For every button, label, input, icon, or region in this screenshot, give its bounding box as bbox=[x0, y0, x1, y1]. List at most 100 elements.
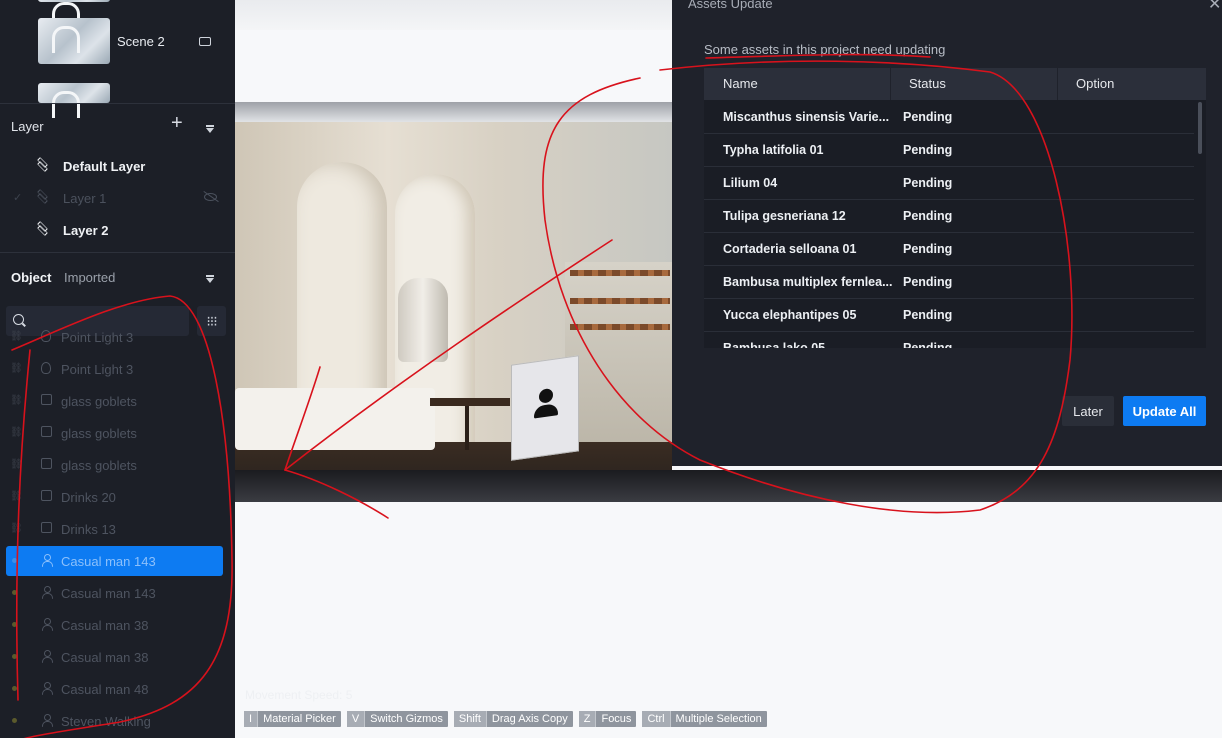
asset-name-cell: Tulipa gesneriana 12 bbox=[723, 209, 846, 223]
status-dot bbox=[12, 622, 17, 627]
object-list-item[interactable]: ⛓ Point Light 3 bbox=[6, 354, 223, 384]
movement-speed-label: Movement Speed: 5 bbox=[245, 688, 353, 702]
layer-label: Layer 2 bbox=[63, 223, 109, 238]
layer-item-2[interactable]: Layer 2 bbox=[0, 214, 235, 246]
tab-imported[interactable]: Imported bbox=[64, 270, 115, 285]
link-icon: ⛓ bbox=[10, 427, 23, 438]
asset-status-cell: Pending bbox=[903, 209, 953, 223]
object-panel-divider bbox=[0, 252, 235, 258]
object-list-item[interactable]: ⛓ glass goblets bbox=[6, 450, 223, 480]
column-header-name[interactable]: Name bbox=[723, 76, 758, 91]
shortcut-label: Multiple Selection bbox=[675, 713, 762, 725]
object-list-item[interactable]: Casual man 48 bbox=[6, 674, 223, 704]
object-item-label: Casual man 38 bbox=[61, 650, 149, 665]
object-list-item[interactable]: ⛓ Drinks 13 bbox=[6, 514, 223, 544]
object-list-item[interactable]: Casual man 38 bbox=[6, 642, 223, 672]
bench bbox=[235, 388, 435, 450]
asset-name-cell: Lilium 04 bbox=[723, 176, 778, 190]
left-sidebar: Scene 2 Layer + Default Layer ✓ Layer 1 … bbox=[0, 0, 235, 738]
table-row[interactable]: Tulipa gesneriana 12 Pending bbox=[704, 200, 1194, 233]
object-list-item[interactable]: ⛓ Point Light 3 bbox=[6, 322, 223, 352]
object-list-item[interactable]: ⛓ Drinks 20 bbox=[6, 482, 223, 512]
table-row[interactable]: Yucca elephantipes 05 Pending bbox=[704, 299, 1194, 332]
column-header-status[interactable]: Status bbox=[909, 76, 946, 91]
object-item-label: Casual man 143 bbox=[61, 554, 156, 569]
object-collapse-icon[interactable] bbox=[206, 275, 214, 283]
bulb-icon bbox=[41, 330, 53, 342]
app-window: Scene 2 Layer + Default Layer ✓ Layer 1 … bbox=[0, 0, 1222, 738]
scene-2-thumbnail[interactable] bbox=[38, 18, 110, 64]
eye-off-icon[interactable] bbox=[204, 193, 217, 201]
status-dot bbox=[12, 590, 17, 595]
scene-2-label[interactable]: Scene 2 bbox=[117, 34, 165, 49]
link-icon: ⛓ bbox=[10, 395, 23, 406]
table-row[interactable]: Bambusa multiplex fernlea... Pending bbox=[704, 266, 1194, 299]
asset-name-cell: Cortaderia selloana 01 bbox=[723, 242, 857, 256]
object-item-label: glass goblets bbox=[61, 394, 137, 409]
add-layer-icon[interactable]: + bbox=[171, 113, 183, 133]
asset-status-cell: Pending bbox=[903, 341, 953, 348]
scene-3-thumbnail[interactable] bbox=[38, 83, 110, 118]
scene-thumbnail[interactable] bbox=[38, 0, 110, 29]
table-row[interactable]: Cortaderia selloana 01 Pending bbox=[704, 233, 1194, 266]
asset-status-cell: Pending bbox=[903, 308, 953, 322]
shortcut-label: Switch Gizmos bbox=[370, 713, 443, 725]
table-row[interactable]: Bambusa lako 05 Pending bbox=[704, 332, 1194, 348]
object-item-label: Casual man 143 bbox=[61, 586, 156, 601]
shortcut-bar: I Material Picker V Switch Gizmos Shift Drag … bbox=[244, 711, 767, 727]
table-scrollbar[interactable] bbox=[1198, 102, 1202, 154]
scene-render[interactable] bbox=[235, 102, 672, 500]
tab-object[interactable]: Object bbox=[11, 270, 51, 285]
close-icon[interactable]: ✕ bbox=[1208, 0, 1221, 14]
shortcut-label: Focus bbox=[601, 713, 632, 725]
shortcut-key: Z bbox=[578, 711, 597, 727]
layers-icon bbox=[36, 159, 48, 171]
status-dot bbox=[12, 558, 17, 563]
object-item-label: glass goblets bbox=[61, 458, 137, 473]
column-header-option[interactable]: Option bbox=[1076, 76, 1114, 91]
layer-item-1[interactable]: ✓ Layer 1 bbox=[0, 182, 235, 214]
object-list-item[interactable]: Casual man 143 bbox=[6, 578, 223, 608]
later-button[interactable]: Later bbox=[1062, 396, 1114, 426]
cube-icon bbox=[41, 394, 53, 406]
object-list-item[interactable]: Steven Walking bbox=[6, 706, 223, 736]
link-icon: ⛓ bbox=[10, 363, 23, 374]
cube-icon bbox=[41, 458, 53, 470]
object-list-item[interactable]: ⛓ glass goblets bbox=[6, 418, 223, 448]
status-dot bbox=[12, 654, 17, 659]
table-row[interactable]: Lilium 04 Pending bbox=[704, 167, 1194, 200]
table-row[interactable]: Typha latifolia 01 Pending bbox=[704, 134, 1194, 167]
object-list-item[interactable]: Casual man 143 bbox=[6, 546, 223, 576]
object-item-label: Drinks 20 bbox=[61, 490, 116, 505]
asset-name-cell: Miscanthus sinensis Varie... bbox=[723, 110, 890, 124]
cube-icon bbox=[41, 490, 53, 502]
asset-name-cell: Yucca elephantipes 05 bbox=[723, 308, 857, 322]
camera-icon[interactable] bbox=[199, 37, 211, 46]
object-item-label: Drinks 13 bbox=[61, 522, 116, 537]
shortcut-hint: Z Focus bbox=[578, 711, 637, 727]
person-icon bbox=[41, 650, 53, 663]
viewport-floor-strip bbox=[235, 470, 1222, 502]
layer-panel-header: Layer + bbox=[0, 103, 235, 147]
link-icon: ⛓ bbox=[10, 523, 23, 534]
asset-name-cell: Bambusa multiplex fernlea... bbox=[723, 275, 893, 289]
cube-icon bbox=[41, 426, 53, 438]
dialog-message: Some assets in this project need updatin… bbox=[704, 42, 946, 57]
object-item-label: Casual man 48 bbox=[61, 682, 149, 697]
asset-name-cell: Bambusa lako 05 bbox=[723, 341, 826, 348]
table-row[interactable]: Miscanthus sinensis Varie... Pending bbox=[704, 101, 1194, 134]
object-list-item[interactable]: Casual man 38 bbox=[6, 610, 223, 640]
person-icon bbox=[41, 554, 53, 567]
person-icon bbox=[41, 618, 53, 631]
table-header: Name Status Option bbox=[704, 68, 1206, 100]
layers-icon bbox=[36, 223, 48, 235]
asset-status-cell: Pending bbox=[903, 275, 953, 289]
layer-collapse-icon[interactable] bbox=[206, 125, 214, 133]
layer-item-default[interactable]: Default Layer bbox=[0, 150, 235, 182]
update-all-button[interactable]: Update All bbox=[1123, 396, 1206, 426]
person-standee-icon[interactable] bbox=[511, 355, 579, 461]
object-list-item[interactable]: ⛓ glass goblets bbox=[6, 386, 223, 416]
dialog-title: Assets Update bbox=[688, 0, 773, 11]
cube-icon bbox=[41, 522, 53, 534]
asset-status-cell: Pending bbox=[903, 176, 953, 190]
